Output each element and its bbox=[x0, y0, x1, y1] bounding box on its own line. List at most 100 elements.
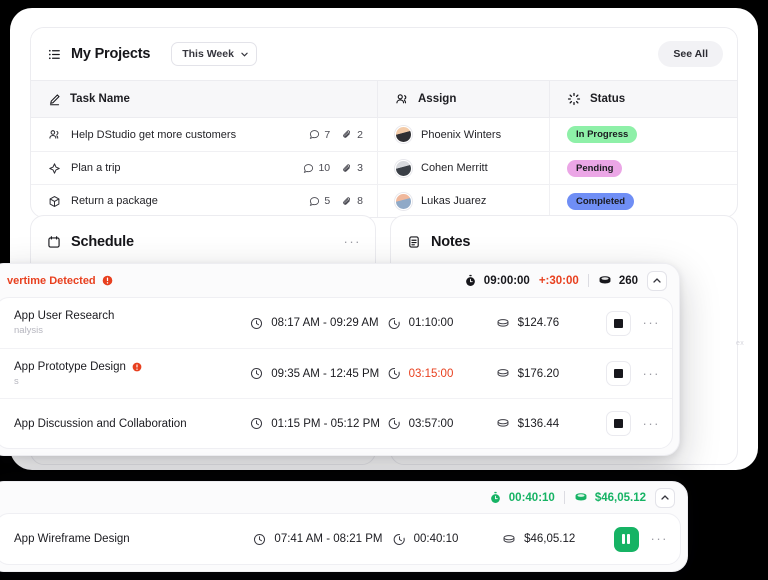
tracker-row-menu-button[interactable]: ··· bbox=[651, 532, 669, 545]
tracker-row-menu-button[interactable]: ··· bbox=[643, 367, 661, 380]
active-tracker-row-wrap: App Wireframe Design 07:41 AM - 08:21 PM… bbox=[0, 513, 681, 565]
duration-value-overtime: 03:15:00 bbox=[408, 367, 454, 380]
amount-value: $136.44 bbox=[517, 417, 560, 430]
tracker-overlay-header: vertime Detected 09:00:00 +:30:00 260 bbox=[0, 264, 679, 297]
active-tracker-header: 00:40:10 $46,05.12 bbox=[0, 482, 687, 513]
table-row[interactable]: Help DStudio get more customers 7 2 Phoe… bbox=[31, 118, 737, 151]
assignee-name: Cohen Merritt bbox=[421, 162, 488, 174]
column-label: Task Name bbox=[70, 93, 130, 105]
column-header-assign: Assign bbox=[377, 81, 549, 117]
schedule-title: Schedule bbox=[71, 234, 134, 250]
clock-icon bbox=[250, 317, 263, 330]
collapse-tracker-button[interactable] bbox=[647, 270, 667, 291]
tracker-coins: 260 bbox=[598, 275, 638, 287]
overtime-alert: vertime Detected bbox=[7, 275, 113, 287]
tracker-time-range: 01:15 PM - 05:12 PM bbox=[250, 417, 387, 430]
tracker-time-range: 08:17 AM - 09:29 AM bbox=[250, 317, 387, 330]
tracker-row-title-block: App Discussion and Collaboration bbox=[14, 418, 250, 430]
tracker-amount: $124.76 bbox=[496, 317, 606, 329]
table-row[interactable]: Return a package 5 8 Lukas Juarez Comple… bbox=[31, 184, 737, 217]
coin-icon bbox=[574, 492, 588, 503]
tracker-row-menu-button[interactable]: ··· bbox=[643, 417, 661, 430]
time-tracker-overlay: vertime Detected 09:00:00 +:30:00 260 Ap… bbox=[0, 263, 680, 456]
cell-task-name: Help DStudio get more customers 7 2 bbox=[31, 118, 377, 151]
spinner-icon bbox=[567, 92, 581, 106]
my-projects-header: My Projects This Week See All bbox=[31, 28, 737, 80]
tracker-duration: 03:15:00 bbox=[388, 367, 496, 380]
status-badge: Pending bbox=[567, 159, 623, 177]
paperclip-icon bbox=[342, 129, 353, 140]
projects-table-header: Task Name Assign Status bbox=[31, 80, 737, 118]
stop-icon bbox=[613, 419, 623, 428]
list-icon bbox=[47, 47, 62, 62]
tracker-task-name: App User Research bbox=[14, 310, 115, 322]
cell-assignee: Cohen Merritt bbox=[377, 152, 549, 184]
comment-count: 7 bbox=[309, 129, 330, 141]
tracker-row-title-block: App User Research nalysis bbox=[14, 310, 250, 336]
comment-count: 5 bbox=[309, 195, 330, 207]
active-total-amount-value: $46,05.12 bbox=[594, 491, 646, 504]
tracker-task-name: App Discussion and Collaboration bbox=[14, 417, 187, 430]
tracker-total-time: 09:00:00 bbox=[464, 274, 530, 287]
comment-count-value: 10 bbox=[318, 162, 331, 174]
tracker-duration: 03:57:00 bbox=[388, 417, 496, 430]
alert-icon bbox=[132, 362, 142, 372]
cell-status: In Progress bbox=[549, 118, 737, 151]
amount-value: $124.76 bbox=[517, 317, 560, 329]
tracker-row[interactable]: App Discussion and Collaboration 01:15 P… bbox=[0, 398, 672, 448]
notes-header: Notes bbox=[391, 216, 737, 268]
tracker-row-menu-button[interactable]: ··· bbox=[643, 316, 661, 329]
see-all-button[interactable]: See All bbox=[658, 41, 723, 67]
active-total-time: 00:40:10 bbox=[489, 491, 555, 504]
coins-stack-icon bbox=[502, 534, 516, 545]
duration-value: 00:40:10 bbox=[413, 533, 459, 545]
tracker-row-active[interactable]: App Wireframe Design 07:41 AM - 08:21 PM… bbox=[0, 514, 680, 564]
tracker-row-title-block: App Prototype Design s bbox=[14, 361, 250, 387]
my-projects-card: My Projects This Week See All Task Name … bbox=[30, 27, 738, 218]
tracker-task-name-text: App Prototype Design bbox=[14, 360, 126, 373]
stop-icon bbox=[613, 318, 623, 328]
stop-icon bbox=[613, 369, 623, 378]
table-row[interactable]: Plan a trip 10 3 Cohen Merritt Pending bbox=[31, 151, 737, 184]
tracker-duration: 01:10:00 bbox=[388, 317, 496, 330]
stop-timer-button[interactable] bbox=[605, 361, 631, 386]
clock-icon bbox=[250, 367, 263, 380]
schedule-menu-button[interactable]: ··· bbox=[344, 235, 362, 248]
total-time-value: 09:00:00 bbox=[483, 274, 530, 287]
amount-value: $176.20 bbox=[517, 367, 560, 380]
avatar bbox=[395, 126, 412, 143]
timer-icon bbox=[388, 367, 401, 380]
attachment-count-value: 3 bbox=[357, 162, 363, 174]
task-title: Return a package bbox=[71, 195, 158, 207]
coins-stack-icon bbox=[496, 418, 510, 429]
cell-status: Pending bbox=[549, 152, 737, 184]
pause-timer-button[interactable] bbox=[613, 526, 639, 552]
coin-icon bbox=[598, 275, 612, 286]
tracker-time-range: 07:41 AM - 08:21 PM bbox=[253, 533, 392, 546]
tracker-amount: $176.20 bbox=[496, 368, 606, 380]
background-text: ex bbox=[736, 340, 744, 347]
stop-timer-button[interactable] bbox=[605, 411, 631, 436]
tracker-amount: $136.44 bbox=[496, 418, 606, 430]
active-total-time-value: 00:40:10 bbox=[508, 491, 555, 504]
notes-title: Notes bbox=[431, 234, 471, 250]
stopwatch-icon bbox=[489, 491, 502, 504]
week-filter-dropdown[interactable]: This Week bbox=[171, 42, 257, 66]
page-title: My Projects bbox=[71, 46, 151, 62]
comment-count-value: 5 bbox=[324, 195, 331, 207]
paperclip-icon bbox=[342, 196, 353, 207]
coins-stack-icon bbox=[496, 318, 510, 329]
tracker-row[interactable]: App Prototype Design s 09:35 AM - 12:45 … bbox=[0, 348, 672, 398]
stopwatch-icon bbox=[464, 274, 477, 287]
assignee-name: Phoenix Winters bbox=[421, 128, 502, 141]
screen: My Projects This Week See All Task Name … bbox=[0, 0, 768, 580]
stop-timer-button[interactable] bbox=[605, 310, 631, 336]
tracker-row[interactable]: App User Research nalysis 08:17 AM - 09:… bbox=[0, 298, 672, 348]
tracker-time-range: 09:35 AM - 12:45 PM bbox=[250, 367, 387, 380]
timer-icon bbox=[393, 533, 406, 546]
tracker-duration: 00:40:10 bbox=[393, 533, 503, 546]
column-header-task-name: Task Name bbox=[31, 81, 377, 117]
collapse-active-tracker-button[interactable] bbox=[655, 487, 675, 508]
comment-count: 10 bbox=[303, 162, 330, 174]
clock-icon bbox=[250, 417, 263, 430]
